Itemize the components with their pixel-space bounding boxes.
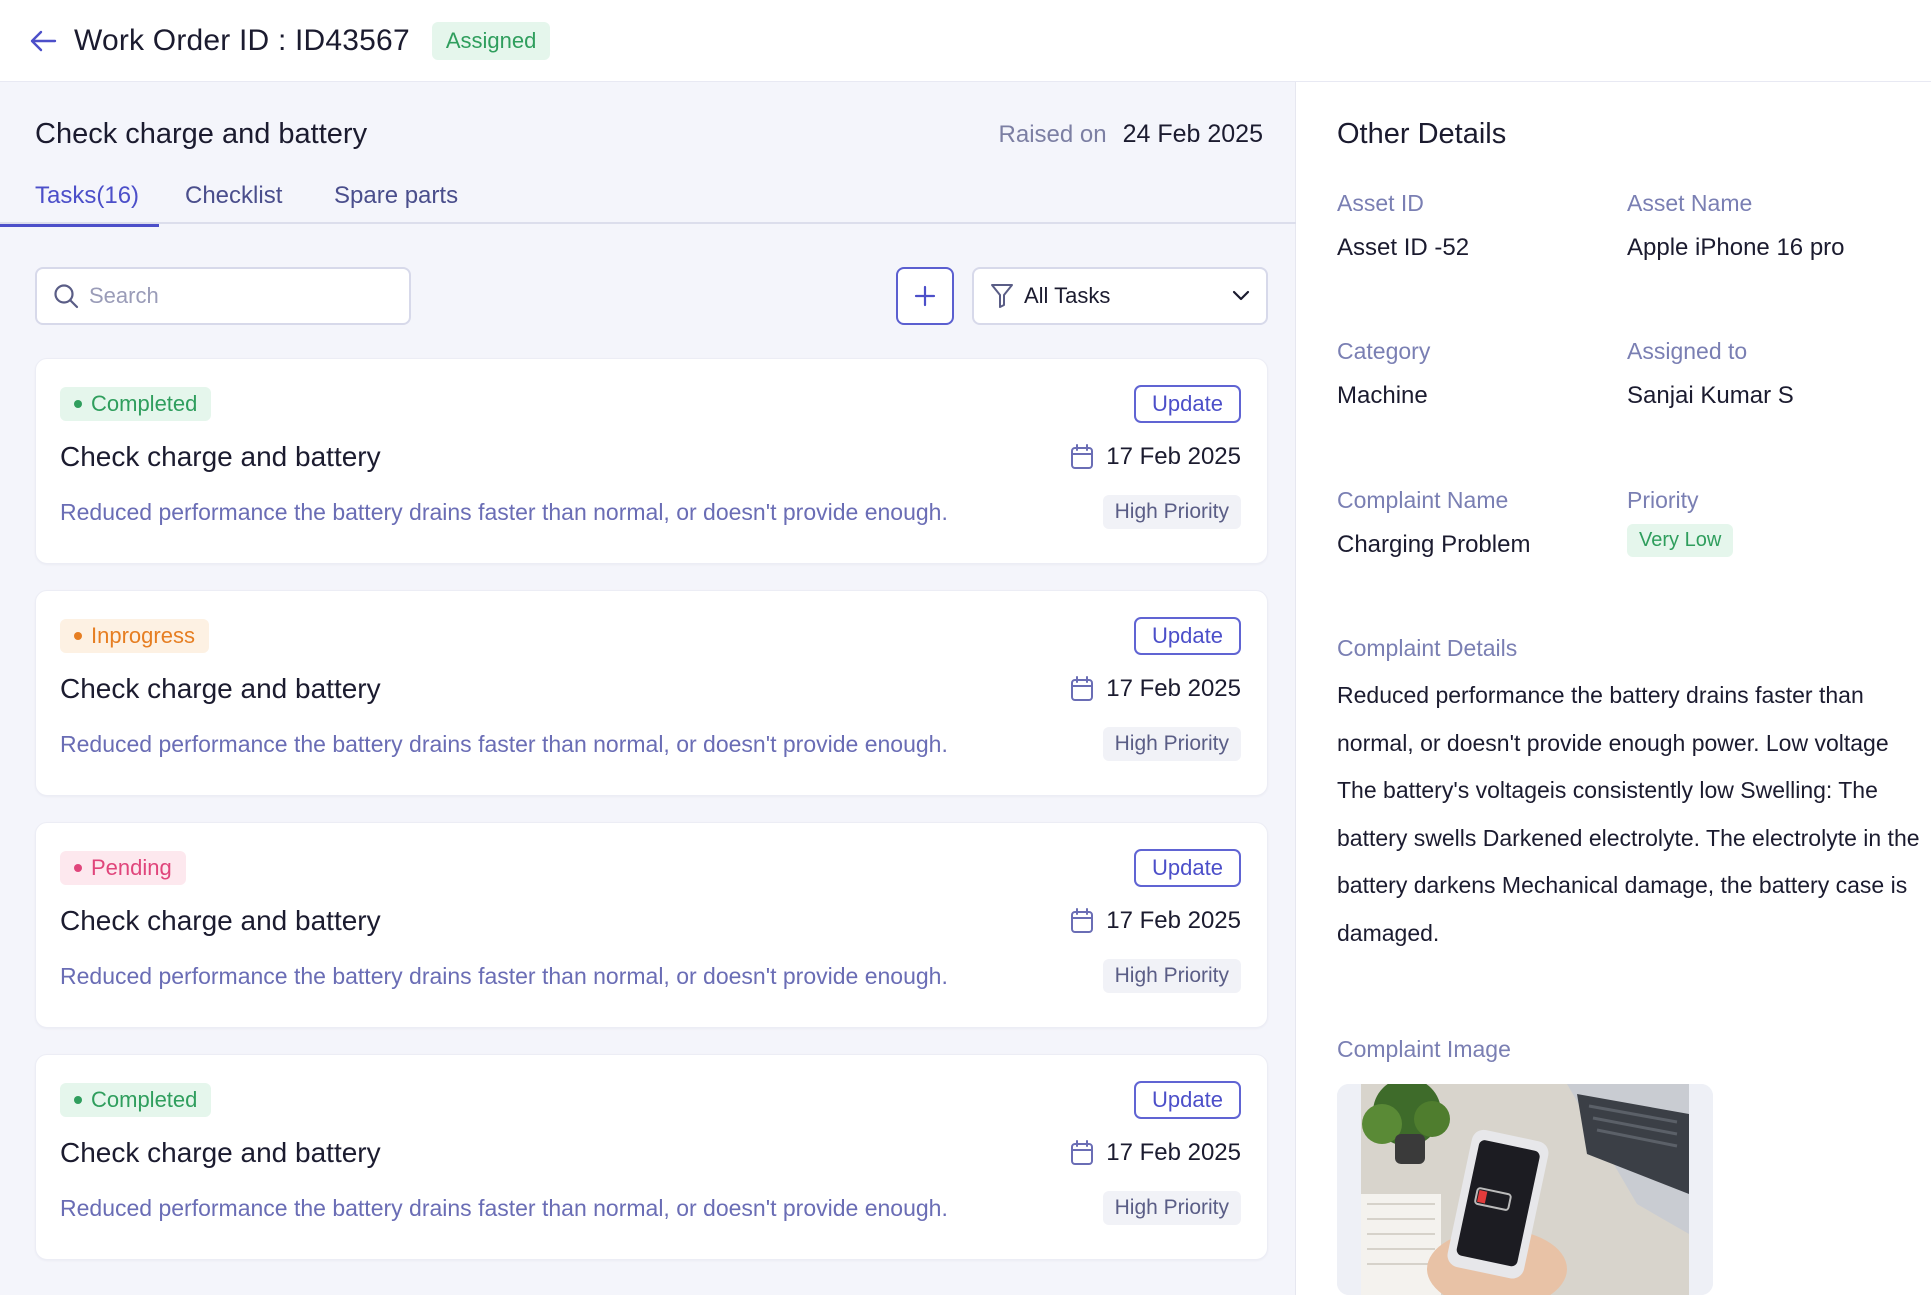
raised-on: Raised on 24 Feb 2025 [999,120,1263,149]
chevron-down-icon [1232,290,1250,301]
task-date: 17 Feb 2025 [1070,907,1241,935]
task-card[interactable]: Inprogress Update Check charge and batte… [35,590,1268,796]
tab-spare-parts[interactable]: Spare parts [334,182,458,224]
asset-id-label: Asset ID [1337,190,1424,216]
raised-on-label: Raised on [998,121,1107,148]
task-date: 17 Feb 2025 [1070,1139,1241,1167]
complaint-details-text: Reduced performance the battery drains f… [1337,682,1920,946]
status-dot-icon [74,864,82,872]
task-priority-tag: High Priority [1102,1191,1241,1225]
status-dot-icon [74,400,82,408]
task-card[interactable]: Completed Update Check charge and batter… [35,1054,1268,1260]
task-status-badge: Pending [60,851,186,885]
asset-id-value: Asset ID -52 [1337,234,1470,261]
priority-badge: Very Low [1627,524,1734,557]
task-status-badge: Completed [60,387,212,421]
plus-icon [914,285,936,307]
update-button[interactable]: Update [1134,849,1241,887]
priority-label: Priority [1627,487,1699,513]
search-input[interactable] [89,283,389,309]
assigned-to-value: Sanjai Kumar S [1627,382,1794,409]
task-priority-tag: High Priority [1102,959,1241,993]
task-title: Check charge and battery [60,673,381,704]
add-task-button[interactable] [896,267,954,325]
search-field [35,267,411,325]
tab-checklist[interactable]: Checklist [185,182,282,224]
task-status-label: Inprogress [91,623,195,648]
status-dot-icon [74,1096,82,1104]
task-date-value: 17 Feb 2025 [1106,1139,1241,1166]
complaint-name-label: Complaint Name [1337,487,1509,513]
search-icon [54,284,79,309]
task-date: 17 Feb 2025 [1070,675,1241,703]
category-value: Machine [1337,382,1428,409]
task-title: Check charge and battery [60,905,381,936]
task-card[interactable]: Pending Update Check charge and battery … [35,822,1268,1028]
calendar-icon [1071,908,1094,933]
assigned-to-label: Assigned to [1627,338,1748,364]
task-priority-tag: High Priority [1102,495,1241,529]
status-dot-icon [74,632,82,640]
task-title: Check charge and battery [60,441,381,472]
phone-low-battery-photo [1337,1084,1713,1295]
task-description: Reduced performance the battery drains f… [60,731,948,757]
page-header: Work Order ID : ID43567 Assigned [0,0,1931,82]
task-description: Reduced performance the battery drains f… [60,963,948,989]
arrow-left-icon [30,30,57,51]
other-details-panel: Other Details Asset ID Asset ID -52 Asse… [1297,82,1931,1295]
back-button[interactable] [28,26,58,56]
work-order-title: Check charge and battery [35,118,368,150]
tab-tasks[interactable]: Tasks(16) [0,182,160,227]
task-date-value: 17 Feb 2025 [1106,675,1241,702]
task-date-value: 17 Feb 2025 [1106,907,1241,934]
calendar-icon [1071,444,1094,469]
task-title: Check charge and battery [60,1137,381,1168]
calendar-icon [1071,1140,1094,1165]
tab-bar: Tasks(16) Checklist Spare parts [0,182,1296,227]
update-button[interactable]: Update [1134,1081,1241,1119]
complaint-image-label: Complaint Image [1337,1036,1511,1062]
task-description: Reduced performance the battery drains f… [60,1195,948,1221]
task-status-badge: Inprogress [60,619,209,653]
asset-name-value: Apple iPhone 16 pro [1627,234,1845,261]
page-title: Work Order ID : ID43567 [74,23,410,57]
category-label: Category [1337,338,1431,364]
task-filter-select[interactable]: All Tasks [972,267,1268,325]
task-description: Reduced performance the battery drains f… [60,499,948,525]
update-button[interactable]: Update [1134,385,1241,423]
filter-icon [991,284,1013,308]
task-date-value: 17 Feb 2025 [1106,443,1241,470]
task-status-label: Completed [91,1087,198,1112]
task-status-label: Completed [91,391,198,416]
complaint-details-label: Complaint Details [1337,635,1518,661]
other-details-title: Other Details [1337,118,1507,150]
work-order-status-badge: Assigned [431,21,551,60]
task-date: 17 Feb 2025 [1070,443,1241,471]
task-status-label: Pending [91,855,172,880]
asset-name-label: Asset Name [1627,190,1753,216]
complaint-image[interactable] [1337,1084,1713,1295]
task-list: Completed Update Check charge and batter… [35,358,1268,1286]
task-priority-tag: High Priority [1102,727,1241,761]
update-button[interactable]: Update [1134,617,1241,655]
task-status-badge: Completed [60,1083,212,1117]
calendar-icon [1071,676,1094,701]
complaint-name-value: Charging Problem [1337,531,1531,558]
raised-on-date: 24 Feb 2025 [1122,120,1263,148]
filter-selected-value: All Tasks [1024,283,1111,308]
tasks-panel: Check charge and battery Raised on 24 Fe… [0,82,1296,1295]
task-card[interactable]: Completed Update Check charge and batter… [35,358,1268,564]
